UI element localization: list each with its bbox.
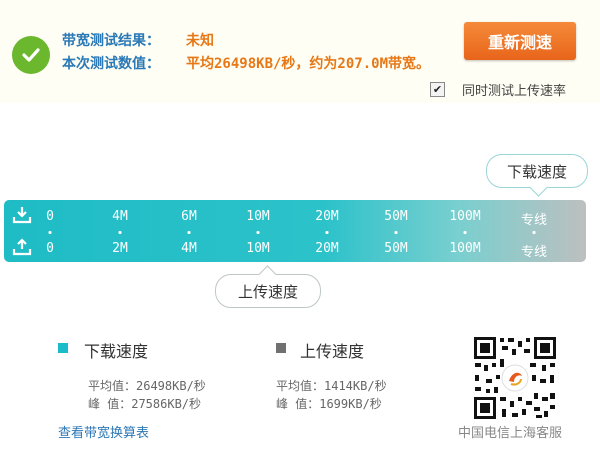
upload-legend-swatch (276, 343, 286, 353)
speed-scale-bar: 0 4M 6M 10M 20M 50M 100M 专线 0 2M 4M 10M 20M 50M 100M 专线 (4, 200, 586, 262)
download-scale-tick: 4M (112, 209, 128, 224)
download-icon (12, 206, 32, 224)
bandwidth-conversion-link[interactable]: 查看带宽换算表 (58, 422, 149, 441)
test-value-text: 平均26498KB/秒，约为207.0M带宽。 (186, 56, 431, 72)
upload-scale-tick: 10M (246, 241, 270, 256)
upload-speed-callout: 上传速度 (215, 274, 321, 308)
download-average: 平均值：26498KB/秒 (88, 379, 206, 393)
upload-peak: 峰 值：1699KB/秒 (276, 397, 382, 411)
scale-divider-dot (532, 231, 536, 234)
upload-scale-tick: 20M (315, 241, 339, 256)
download-scale-tick: 0 (46, 209, 54, 224)
download-callout-label: 下载速度 (506, 162, 567, 181)
upload-average: 平均值：1414KB/秒 (276, 379, 387, 393)
download-peak: 峰 值：27586KB/秒 (88, 397, 202, 411)
test-value-label: 本次测试数值： (62, 56, 160, 72)
scale-divider-dot (48, 231, 52, 234)
bandwidth-result-label: 带宽测试结果： (62, 33, 160, 49)
upload-legend-title: 上传速度 (300, 342, 365, 361)
org-label: 中国电信上海客服 (458, 426, 563, 441)
download-legend-title: 下载速度 (84, 342, 149, 361)
qr-code-icon (472, 335, 558, 421)
download-scale-tick: 50M (384, 209, 408, 224)
upload-test-label: 同时测试上传速率 (462, 84, 567, 99)
download-scale-tick: 6M (181, 209, 197, 224)
upload-scale-tick: 0 (46, 241, 54, 256)
bandwidth-result-value: 未知 (186, 33, 214, 49)
upload-scale-tick: 2M (112, 241, 128, 256)
download-scale-tick: 专线 (520, 213, 548, 228)
upload-scale-tick: 100M (449, 241, 481, 256)
upload-icon (12, 238, 32, 256)
retest-button[interactable]: 重新测速 (464, 22, 576, 60)
upload-scale-tick: 专线 (520, 245, 548, 260)
checkmark-icon: ✔ (432, 83, 443, 96)
scale-divider-dot (256, 231, 260, 234)
scale-divider-dot (463, 231, 467, 234)
upload-test-checkbox[interactable]: ✔ (430, 82, 445, 97)
scale-divider-dot (394, 231, 398, 234)
upload-scale-tick: 4M (181, 241, 197, 256)
download-scale-tick: 100M (449, 209, 481, 224)
download-scale-tick: 10M (246, 209, 270, 224)
download-speed-callout: 下载速度 (486, 154, 588, 188)
scale-divider-dot (118, 231, 122, 234)
scale-divider-dot (325, 231, 329, 234)
download-legend-swatch (58, 343, 68, 353)
upload-callout-label: 上传速度 (237, 282, 298, 301)
download-scale-tick: 20M (315, 209, 339, 224)
scale-divider-dot (187, 231, 191, 234)
upload-scale-tick: 50M (384, 241, 408, 256)
success-check-icon (12, 36, 50, 74)
